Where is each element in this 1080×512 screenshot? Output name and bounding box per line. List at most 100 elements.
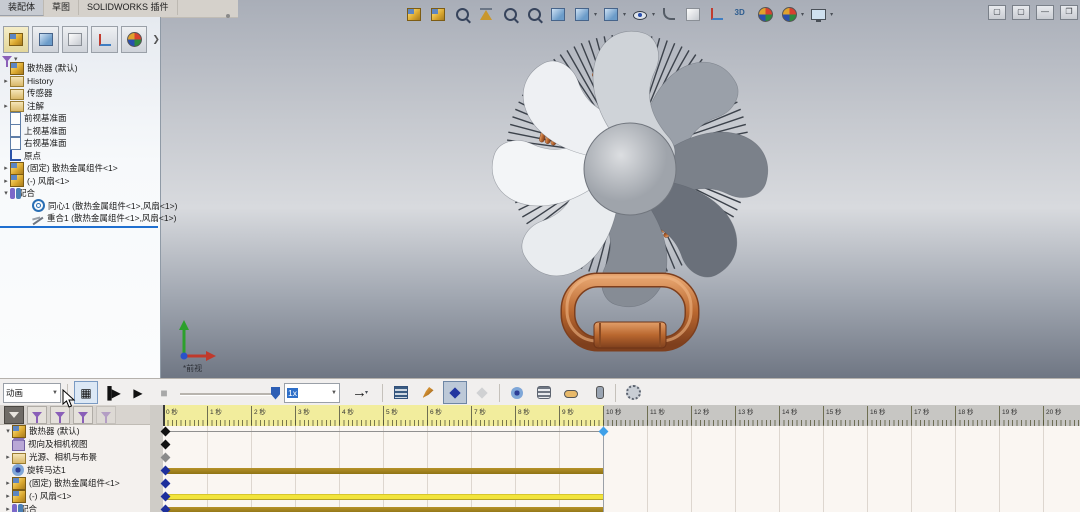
playback-speed-combo[interactable]: 1x ▼: [284, 383, 340, 403]
tree-item[interactable]: ▾配合: [2, 187, 35, 199]
tree-item[interactable]: 右视基准面: [2, 137, 67, 149]
expand-arrow[interactable]: ▸: [2, 177, 10, 185]
mass-properties-button[interactable]: [476, 4, 496, 24]
expand-arrow[interactable]: ▸: [4, 453, 12, 461]
panel-expand-chevron[interactable]: ❯: [152, 34, 160, 45]
chevron-down-icon[interactable]: ▾: [594, 11, 597, 18]
tree-item[interactable]: ▸(-) 风扇<1>: [2, 175, 70, 187]
reference-triad-button[interactable]: [707, 4, 727, 24]
expand-arrow[interactable]: ▸: [2, 164, 10, 172]
key-point[interactable]: [161, 479, 171, 489]
filter-selected-button[interactable]: [73, 406, 93, 424]
tab-草图[interactable]: 草图: [44, 0, 79, 15]
tab-SOLIDWORKS 插件[interactable]: SOLIDWORKS 插件: [79, 0, 178, 15]
expand-arrow[interactable]: ▸: [4, 492, 12, 500]
motion-study-properties-button[interactable]: [621, 381, 645, 404]
slider-handle[interactable]: [271, 387, 280, 400]
tree-item[interactable]: ▸(固定) 散热金属组件<1>: [2, 162, 118, 174]
chevron-down-icon[interactable]: ▾: [830, 11, 833, 18]
motion-tree-item[interactable]: 旋转马达1: [4, 464, 66, 476]
insert-component-button[interactable]: [404, 4, 424, 24]
animation-wizard-button[interactable]: [416, 381, 440, 404]
tree-item[interactable]: 散热器 (默认): [2, 62, 78, 74]
expand-arrow[interactable]: ▾: [2, 189, 10, 197]
study-type-combo[interactable]: 动画▼: [3, 383, 61, 403]
timeline-zoom-slider[interactable]: [180, 384, 280, 402]
filter-all-button[interactable]: [4, 406, 24, 424]
apply-scene-button[interactable]: [779, 4, 799, 24]
measure-button[interactable]: [452, 4, 472, 24]
gravity-button[interactable]: [586, 381, 610, 404]
timebar-playhead[interactable]: [163, 405, 165, 426]
spring-button[interactable]: [532, 381, 556, 404]
playback-mode-button[interactable]: → ▾: [344, 381, 376, 404]
tab-装配体[interactable]: 装配体: [0, 0, 44, 16]
tree-item[interactable]: 传感器: [2, 87, 53, 99]
screen-button[interactable]: [808, 4, 828, 24]
motion-tree-item[interactable]: ▸光源、相机与布景: [4, 451, 97, 463]
restore-button[interactable]: ❐: [1060, 5, 1078, 20]
dimxpertmanager-tab[interactable]: [91, 26, 117, 53]
end-key-point[interactable]: [599, 427, 609, 437]
expand-arrow[interactable]: ▾: [4, 427, 12, 435]
edit-appearance-button[interactable]: [659, 4, 679, 24]
expand-arrow[interactable]: ▸: [2, 102, 10, 110]
olive-duration-bar[interactable]: [165, 507, 603, 512]
cpu-cooler-model[interactable]: [470, 28, 800, 368]
tree-item[interactable]: 重合1 (散热金属组件<1>,风扇<1>): [24, 212, 176, 224]
add-update-key-button[interactable]: [470, 381, 494, 404]
motion-tree-item[interactable]: ▸配合: [4, 503, 37, 512]
minimize-button[interactable]: —: [1036, 5, 1054, 20]
chevron-down-icon[interactable]: ▾: [801, 11, 804, 18]
chevron-down-icon[interactable]: ▾: [652, 11, 655, 18]
tree-item[interactable]: 上视基准面: [2, 125, 67, 137]
play-from-start-button[interactable]: ▐▶: [100, 381, 124, 404]
display-pane-button[interactable]: [572, 4, 592, 24]
timeline-grid[interactable]: [163, 426, 1080, 512]
display-style-button[interactable]: [601, 4, 621, 24]
play-button[interactable]: ▶: [126, 381, 150, 404]
tree-item[interactable]: 前视基准面: [2, 112, 67, 124]
motion-tree-item[interactable]: ▸(固定) 散热金属组件<1>: [4, 477, 120, 489]
yellow-duration-bar[interactable]: [165, 494, 603, 500]
collapse-all-button[interactable]: [96, 406, 116, 424]
appearances-button[interactable]: [755, 4, 775, 24]
filter-animated-button[interactable]: [27, 406, 47, 424]
motion-tree-item[interactable]: 视向及相机视图: [4, 438, 88, 450]
zoom-to-area-button[interactable]: [524, 4, 544, 24]
motion-tree-item[interactable]: ▾散热器 (默认): [4, 425, 80, 437]
zoom-to-fit-button[interactable]: [500, 4, 520, 24]
displaymanager-tab[interactable]: [121, 26, 147, 53]
hide-show-items-button[interactable]: [630, 4, 650, 24]
3d-drawing-view-button[interactable]: 3D: [731, 4, 751, 24]
graphics-viewport[interactable]: [160, 0, 1080, 378]
view-orientation-button[interactable]: [683, 4, 703, 24]
pane-right-button[interactable]: ▢: [1012, 5, 1030, 20]
key-point[interactable]: [161, 453, 171, 463]
expand-arrow[interactable]: ▸: [4, 505, 12, 512]
key-point[interactable]: [161, 440, 171, 450]
contact-button[interactable]: [559, 381, 583, 404]
tree-item[interactable]: 同心1 (散热金属组件<1>,风扇<1>): [24, 200, 177, 212]
key-point[interactable]: [161, 505, 171, 512]
motion-tree-item[interactable]: ▸(-) 风扇<1>: [4, 490, 72, 502]
tree-item[interactable]: 原点: [2, 150, 41, 162]
chevron-down-icon[interactable]: ▾: [623, 11, 626, 18]
tree-item[interactable]: ▸注解: [2, 100, 44, 112]
expand-arrow[interactable]: ▸: [4, 479, 12, 487]
stop-button[interactable]: ■: [152, 381, 176, 404]
pane-left-button[interactable]: ▢: [988, 5, 1006, 20]
configurationmanager-tab[interactable]: [62, 26, 88, 53]
save-animation-button[interactable]: [389, 381, 413, 404]
section-view-button[interactable]: [548, 4, 568, 24]
featuremanager-tree-tab[interactable]: [3, 26, 29, 53]
mate-button[interactable]: [428, 4, 448, 24]
propertymanager-tab[interactable]: [32, 26, 58, 53]
rollback-bar[interactable]: [0, 226, 158, 228]
tree-item[interactable]: ▸History: [2, 75, 53, 87]
motor-button[interactable]: [505, 381, 529, 404]
calculate-button[interactable]: ▦: [74, 381, 98, 404]
autokey-button[interactable]: [443, 381, 467, 404]
olive-duration-bar[interactable]: [165, 468, 603, 474]
timeline-ruler[interactable]: 0 秒1 秒2 秒3 秒4 秒5 秒6 秒7 秒8 秒9 秒10 秒11 秒12…: [163, 405, 1080, 426]
